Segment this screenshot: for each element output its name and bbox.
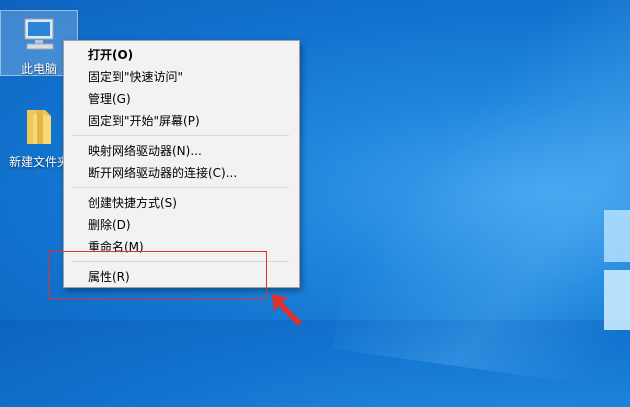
menu-separator xyxy=(72,187,289,188)
logo-pane xyxy=(604,210,630,262)
menu-item-disconnect-network-drive[interactable]: 断开网络驱动器的连接(C)... xyxy=(64,162,299,184)
menu-item-pin-quick-access[interactable]: 固定到"快速访问" xyxy=(64,66,299,88)
logo-pane xyxy=(604,270,630,330)
menu-item-manage[interactable]: 管理(G) xyxy=(64,88,299,110)
menu-item-map-network-drive[interactable]: 映射网络驱动器(N)... xyxy=(64,140,299,162)
menu-item-pin-start[interactable]: 固定到"开始"屏幕(P) xyxy=(64,110,299,132)
menu-item-open[interactable]: 打开(O) xyxy=(64,44,299,66)
menu-item-delete[interactable]: 删除(D) xyxy=(64,214,299,236)
annotation-arrow-icon xyxy=(272,294,302,326)
folder-icon xyxy=(27,110,51,144)
menu-item-create-shortcut[interactable]: 创建快捷方式(S) xyxy=(64,192,299,214)
computer-icon xyxy=(24,18,54,50)
windows-logo-wallpaper xyxy=(604,210,630,330)
annotation-highlight-box xyxy=(48,251,267,299)
menu-separator xyxy=(72,135,289,136)
wallpaper-light-beam xyxy=(332,0,630,407)
